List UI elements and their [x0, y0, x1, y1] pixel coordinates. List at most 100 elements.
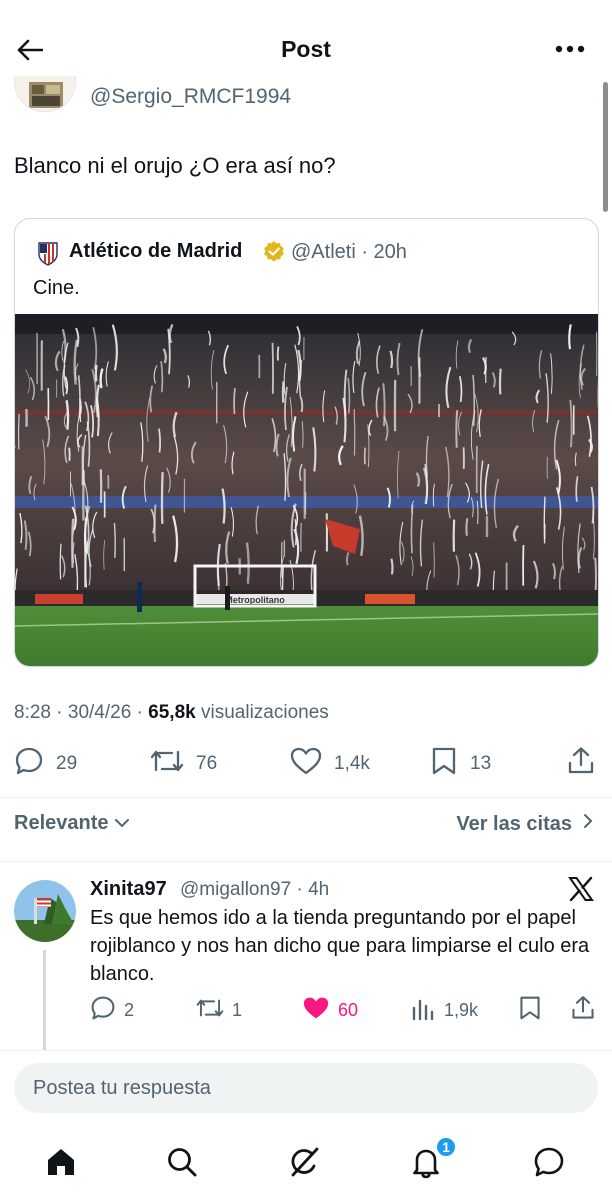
streamer — [233, 388, 236, 414]
divider — [0, 797, 612, 798]
streamer — [68, 447, 71, 461]
reply-meta: @migallon97 · 4h — [180, 879, 329, 901]
post-author: @Sergio_RMCF1994 — [0, 76, 612, 116]
bookmark-icon — [518, 995, 542, 1026]
bottom-nav — [0, 1128, 612, 1200]
streamer — [498, 368, 502, 395]
post-text: Blanco ni el orujo ¿O era así no? — [14, 153, 336, 178]
streamer — [455, 410, 459, 448]
meta-separator: · — [50, 702, 68, 723]
verified-badge-icon — [262, 240, 286, 264]
ad-board-text: Metropolitano — [225, 595, 285, 605]
heart-icon — [290, 746, 322, 782]
bookmark-count: 13 — [470, 753, 492, 774]
author-handle[interactable]: @Sergio_RMCF1994 — [90, 85, 291, 109]
repost-icon — [196, 995, 224, 1026]
post-actions: 29 76 1,4k 13 — [0, 746, 612, 786]
top-bar: Post — [0, 0, 612, 86]
streamer — [465, 518, 469, 536]
reply-reply-count: 2 — [124, 999, 135, 1020]
like-count: 1,4k — [334, 753, 370, 774]
reply-share-button[interactable] — [570, 995, 596, 1026]
reply-views-count: 1,9k — [444, 999, 479, 1020]
share-button[interactable] — [566, 746, 596, 782]
reply-repost-count: 1 — [232, 999, 243, 1020]
quote-age: 20h — [373, 241, 407, 263]
views-label: visualizaciones — [201, 702, 329, 723]
view-quotes-label: Ver las citas — [456, 812, 572, 835]
views-count: 65,8k — [148, 702, 196, 723]
reply-post[interactable]: Xinita97 @migallon97 · 4h Es que hemos i… — [0, 862, 612, 1052]
reply-reply-button[interactable]: 2 — [90, 996, 134, 1024]
repost-button[interactable]: 76 — [150, 746, 217, 782]
streamer — [160, 472, 164, 524]
sort-label: Relevante — [14, 812, 109, 834]
post-meta: 8:28 · 30/4/26 · 65,8k visualizaciones — [14, 702, 329, 724]
quote-author-name[interactable]: Atlético de Madrid — [69, 240, 242, 263]
divider — [0, 1050, 612, 1051]
thread-line — [43, 950, 46, 1050]
heart-filled-icon — [302, 995, 330, 1026]
share-icon — [570, 995, 596, 1026]
quote-text: Cine. — [33, 277, 80, 299]
meta-separator: · — [291, 879, 309, 900]
like-button[interactable]: 1,4k — [290, 746, 370, 782]
reply-avatar[interactable] — [14, 880, 76, 942]
reply-like-count: 60 — [338, 999, 359, 1020]
reply-button[interactable]: 29 — [14, 746, 77, 782]
streamer — [594, 557, 598, 591]
chevron-down-icon — [113, 812, 131, 835]
meta-separator: · — [355, 241, 374, 263]
author-avatar[interactable] — [14, 76, 76, 112]
reply-text: Es que hemos ido a la tienda preguntando… — [90, 907, 590, 985]
bookmark-icon — [430, 746, 458, 782]
streamer — [390, 558, 394, 575]
reply-like-button[interactable]: 60 — [302, 996, 358, 1024]
streamer — [597, 378, 598, 408]
bookmark-button[interactable]: 13 — [430, 746, 491, 782]
sort-dropdown[interactable]: Relevante — [14, 812, 131, 835]
streamer — [59, 543, 62, 580]
reply-compose-box[interactable] — [14, 1063, 598, 1113]
streamer — [484, 356, 487, 383]
quoted-post[interactable]: Atlético de Madrid @Atleti · 20h Cine. M… — [14, 218, 599, 667]
chevron-right-icon — [582, 812, 594, 836]
reply-icon — [14, 746, 44, 782]
reply-input[interactable] — [14, 1063, 598, 1113]
streamer — [353, 408, 356, 456]
post-time: 8:28 — [14, 702, 51, 723]
atletico-crest-icon — [37, 240, 59, 266]
streamer — [281, 381, 285, 403]
notifications-badge: 1 — [435, 1136, 457, 1158]
streamer — [153, 504, 157, 543]
reply-age: 4h — [308, 879, 330, 900]
page-title: Post — [281, 36, 331, 62]
stadium-photo[interactable]: Metropolitano — [15, 314, 598, 666]
reply-icon — [90, 995, 116, 1026]
search-icon[interactable] — [158, 1140, 206, 1184]
streamer — [294, 519, 297, 546]
views-chart-icon — [410, 995, 436, 1026]
x-logo-icon — [568, 876, 594, 902]
repost-count: 76 — [196, 753, 218, 774]
repost-icon — [150, 746, 184, 782]
reply-count: 29 — [56, 753, 78, 774]
meta-separator: · — [131, 702, 149, 723]
post-date: 30/4/26 — [67, 702, 132, 723]
share-icon — [566, 746, 596, 782]
reply-author-name[interactable]: Xinita97 — [90, 878, 167, 901]
quote-author-handle[interactable]: @Atleti — [291, 241, 356, 263]
reply-repost-button[interactable]: 1 — [196, 996, 242, 1024]
streamer — [276, 346, 280, 361]
streamer — [94, 364, 98, 382]
grok-icon[interactable] — [280, 1140, 328, 1184]
streamer — [65, 400, 70, 430]
more-options-icon[interactable] — [554, 38, 586, 60]
home-icon[interactable] — [37, 1140, 85, 1184]
reply-author-handle[interactable]: @migallon97 — [180, 879, 291, 900]
reply-views-button[interactable]: 1,9k — [410, 996, 478, 1024]
streamer — [113, 522, 116, 558]
reply-bookmark-button[interactable] — [518, 996, 542, 1024]
view-quotes-link[interactable]: Ver las citas — [456, 812, 594, 836]
messages-icon[interactable] — [525, 1140, 573, 1184]
